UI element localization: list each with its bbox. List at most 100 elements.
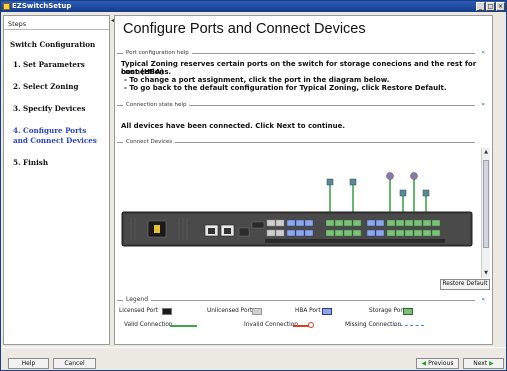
storage-port	[386, 219, 396, 227]
button-bar: Help Cancel ◀ Previous Next ▶	[1, 347, 506, 371]
close-button[interactable]: ×	[496, 2, 505, 11]
port-help-collapse-icon[interactable]: «	[481, 49, 485, 57]
legend-licensed-port: Licensed Port	[119, 308, 158, 314]
page-title: Configure Ports and Connect Devices	[123, 21, 366, 37]
unlicensed-port	[275, 229, 285, 237]
hba-port	[375, 219, 385, 227]
scroll-thumb[interactable]	[483, 160, 489, 248]
unlicensed-port	[275, 219, 285, 227]
wizard-window: EZSwitchSetup _ □ × Steps Switch Configu…	[0, 0, 507, 371]
previous-label: Previous	[428, 360, 454, 367]
port-label-strip	[265, 239, 445, 243]
step-connect-devices: and Connect Devices	[13, 136, 97, 145]
title-bar[interactable]: EZSwitchSetup _ □ ×	[1, 1, 506, 12]
next-label: Next	[473, 360, 488, 367]
legend-hba-port: HBA Port	[295, 308, 321, 314]
port-help-header: Port configuration help «	[117, 49, 489, 57]
hba-port	[304, 229, 314, 237]
storage-port-swatch	[403, 308, 413, 315]
storage-port	[431, 219, 441, 227]
hba-port	[286, 219, 296, 227]
steps-label: Steps	[8, 20, 27, 28]
scroll-down-icon[interactable]: ▼	[482, 269, 490, 277]
storage-port	[413, 219, 423, 227]
unlicensed-port	[266, 219, 276, 227]
legend-valid-connection: Valid Connection	[124, 322, 173, 328]
legend-missing-connection: Missing Connection	[345, 322, 402, 328]
storage-port	[431, 229, 441, 237]
legend-collapse-icon[interactable]: «	[481, 296, 485, 304]
legend-title: Legend	[126, 296, 152, 304]
step-select-zoning: 2. Select Zoning	[13, 82, 79, 91]
maximize-button[interactable]: □	[486, 2, 495, 11]
device-node-icon	[410, 172, 418, 180]
window-title: EZSwitchSetup	[12, 2, 72, 10]
storage-port	[404, 229, 414, 237]
licensed-port-swatch	[162, 308, 172, 315]
device-connector	[399, 189, 407, 197]
connect-devices-header: Connect Devices	[117, 138, 489, 146]
storage-port	[422, 219, 432, 227]
storage-port	[334, 219, 344, 227]
status-led-panel	[251, 221, 265, 229]
previous-button[interactable]: ◀ Previous	[416, 358, 459, 369]
divider	[4, 29, 109, 30]
main-panel: Configure Ports and Connect Devices Port…	[114, 15, 493, 345]
storage-port	[395, 219, 405, 227]
storage-port	[395, 229, 405, 237]
app-icon	[3, 3, 10, 10]
hba-port	[286, 229, 296, 237]
restore-default-button[interactable]: Restore Default	[440, 279, 490, 290]
power-icon	[154, 225, 160, 233]
previous-arrow-icon: ◀	[421, 360, 427, 367]
legend-storage-port: Storage Port	[369, 308, 406, 314]
legend-invalid-connection: Invalid Connection	[244, 322, 298, 328]
storage-port	[334, 229, 344, 237]
hba-port-swatch	[322, 308, 332, 315]
missing-connection-swatch	[394, 325, 424, 326]
cancel-button[interactable]: Cancel	[53, 358, 96, 369]
step-specify-devices: 3. Specify Devices	[13, 104, 86, 113]
storage-port	[404, 219, 414, 227]
device-connector	[349, 178, 357, 186]
storage-port	[352, 229, 362, 237]
invalid-connection-swatch	[293, 325, 309, 327]
hba-port	[366, 229, 376, 237]
step-finish: 5. Finish	[13, 158, 49, 167]
next-arrow-icon: ▶	[489, 360, 494, 367]
step-switch-configuration: Switch Configuration	[10, 40, 96, 49]
port-help-line-4: - To go back to the default configuratio…	[124, 84, 447, 92]
steps-panel: Steps Switch Configuration 1. Set Parame…	[3, 15, 110, 345]
storage-port	[325, 219, 335, 227]
valid-connection-swatch	[170, 325, 197, 327]
step-set-parameters: 1. Set Parameters	[13, 60, 85, 69]
storage-port	[422, 229, 432, 237]
next-button[interactable]: Next ▶	[463, 358, 504, 369]
hba-port	[375, 229, 385, 237]
storage-port	[413, 229, 423, 237]
diagram-scrollbar[interactable]: ▲ ▼	[481, 148, 490, 278]
storage-port	[343, 219, 353, 227]
storage-port	[325, 229, 335, 237]
state-help-header: Connection state help «	[117, 101, 489, 109]
help-button[interactable]: Help	[8, 358, 49, 369]
legend-header: Legend «	[117, 296, 489, 304]
serial-port-socket	[224, 228, 231, 234]
minimize-button[interactable]: _	[476, 2, 485, 11]
legend-unlicensed-port: Unlicensed Port	[207, 308, 253, 314]
connect-devices-title: Connect Devices	[126, 138, 176, 146]
scroll-up-icon[interactable]: ▲	[482, 148, 490, 156]
hba-port	[295, 229, 305, 237]
hba-port	[295, 219, 305, 227]
device-connector	[326, 178, 334, 186]
unlicensed-port	[266, 229, 276, 237]
connection-status-message: All devices have been connected. Click N…	[121, 122, 346, 130]
port-help-title: Port configuration help	[126, 49, 192, 57]
device-connector	[422, 189, 430, 197]
switch-diagram[interactable]	[117, 148, 481, 278]
state-help-collapse-icon[interactable]: «	[481, 101, 485, 109]
step-configure-ports: 4. Configure Ports	[13, 126, 87, 135]
hba-port	[366, 219, 376, 227]
storage-port	[352, 219, 362, 227]
hba-port	[304, 219, 314, 227]
